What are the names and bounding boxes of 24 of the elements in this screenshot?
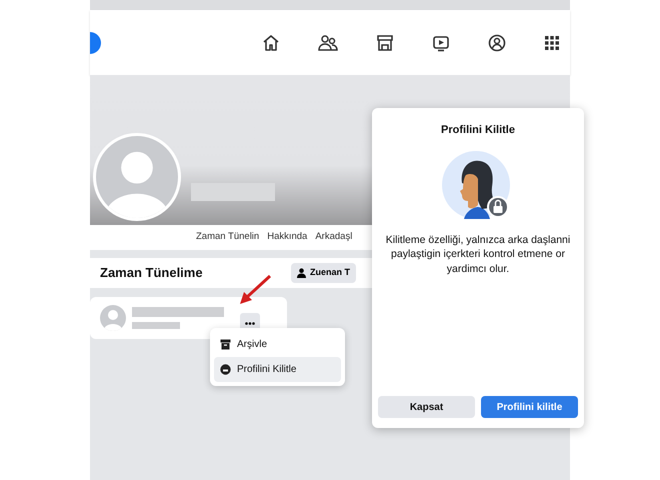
user-avatar (100, 305, 126, 331)
dialog-description: Kilitleme özelliği, yalnızca arka daşlanni paylaştigin içerkteri kontrol etmene or yardimcı olur. (386, 232, 570, 277)
profile-tab[interactable]: Zaman Tünelin (196, 230, 260, 245)
menu-item[interactable]: Arşivle (214, 332, 341, 357)
text-placeholder (132, 322, 180, 329)
pointer-arrow (238, 274, 272, 306)
grid-menu-icon[interactable] (544, 34, 560, 50)
profile-icon[interactable] (488, 34, 506, 52)
archive-icon (220, 339, 231, 350)
lock-profile-button[interactable]: Profilini kilitle (481, 396, 578, 418)
person-icon (297, 268, 306, 278)
profile-button[interactable]: Zuenan T (291, 263, 356, 283)
friends-icon[interactable] (318, 34, 338, 52)
profile-tab[interactable]: Hakkında (267, 230, 308, 245)
close-button[interactable]: Kapsat (378, 396, 475, 418)
menu-item[interactable]: Profilini Kilitle (214, 357, 341, 382)
play-icon[interactable] (432, 34, 450, 52)
more-icon (245, 322, 255, 325)
profile-tab[interactable]: Arkadaşl (315, 230, 352, 245)
dialog-title: Profilini Kilitle (441, 123, 515, 138)
section-title: Zaman Tünelime (100, 264, 203, 282)
lock-circle-icon (220, 364, 231, 375)
home-icon[interactable] (262, 34, 280, 52)
store-icon[interactable] (376, 34, 394, 52)
